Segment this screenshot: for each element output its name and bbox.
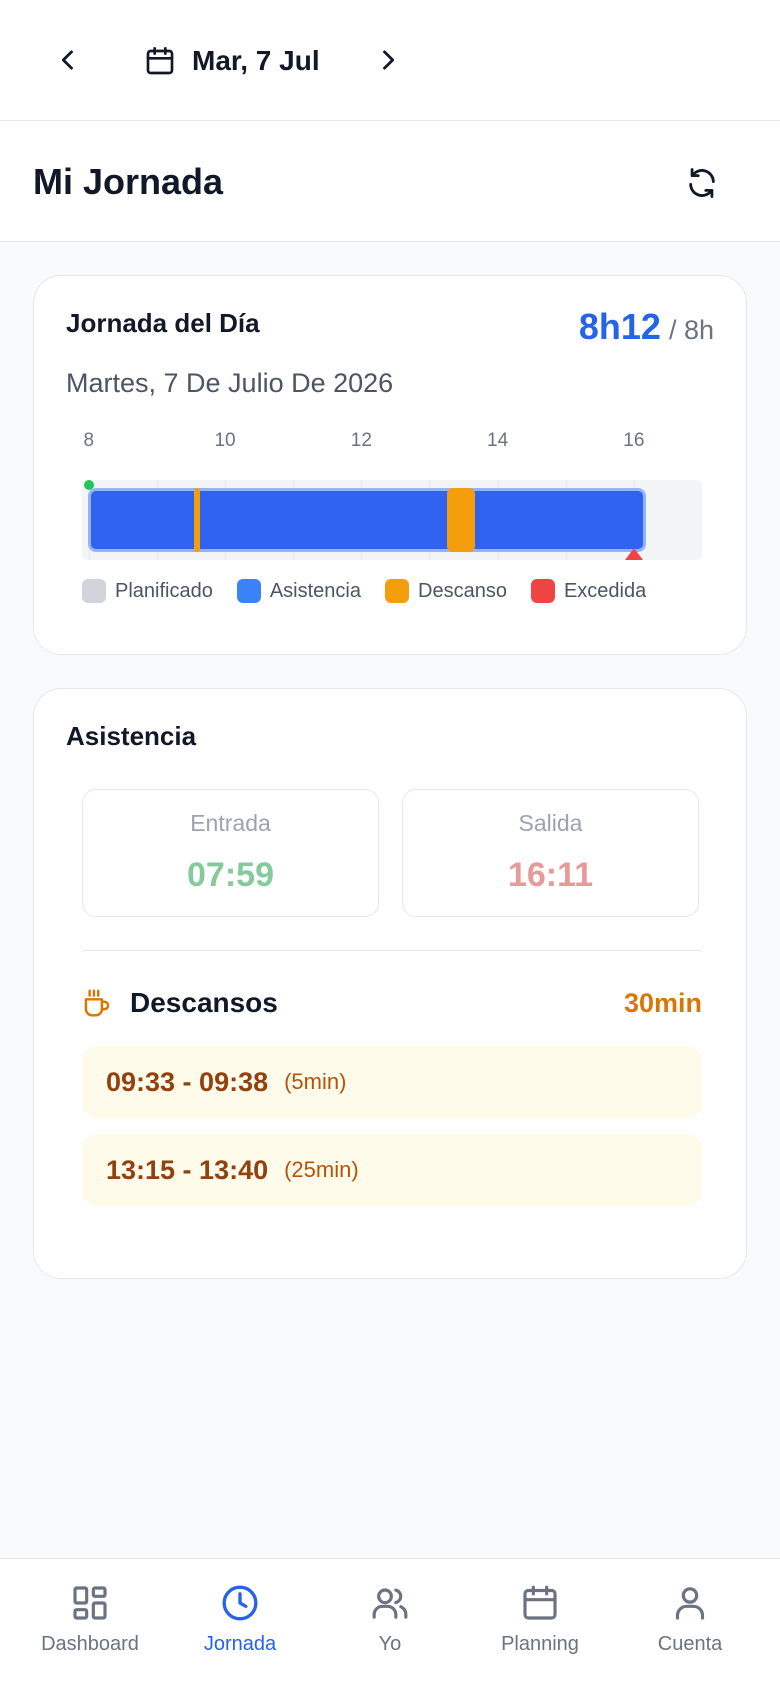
legend-swatch — [385, 579, 409, 603]
bottom-navigation: Dashboard Jornada Yo Planning Cuenta — [0, 1558, 780, 1688]
nav-label: Cuenta — [657, 1633, 723, 1655]
legend-item: Planificado — [82, 579, 213, 603]
chevron-left-icon — [61, 50, 73, 70]
chevron-right-icon — [383, 50, 395, 70]
entry-time-box: Entrada 07:59 — [82, 789, 379, 917]
clock-icon — [222, 1585, 258, 1621]
timeline-tick-label: 10 — [214, 430, 236, 451]
nav-dashboard[interactable]: Dashboard — [15, 1583, 165, 1656]
break-item: 13:15 - 13:40 (25min) — [82, 1134, 702, 1206]
user-icon — [675, 1587, 705, 1620]
legend-label: Descanso — [418, 579, 507, 602]
previous-day-button[interactable] — [46, 38, 90, 82]
entry-time: 07:59 — [187, 856, 274, 894]
timeline-tick-label: 12 — [350, 430, 372, 451]
date-picker-button[interactable]: Mar, 7 Jul — [144, 38, 320, 84]
exit-time: 16:11 — [507, 856, 594, 894]
dashboard-grid-icon — [73, 1586, 107, 1620]
timeline-tick-label: 14 — [487, 430, 509, 451]
day-date-long: Martes, 7 De Julio De 2026 — [66, 368, 394, 398]
worked-hours: 8h12 — [578, 306, 661, 347]
legend-label: Asistencia — [269, 579, 361, 602]
breaks-title: Descansos — [130, 987, 278, 1018]
exit-time-box: Salida 16:11 — [402, 789, 699, 917]
refresh-icon — [689, 168, 715, 198]
legend-swatch — [530, 579, 555, 603]
break-duration: (5min) — [284, 1069, 347, 1094]
attendance-start-marker — [83, 480, 94, 490]
legend-label: Excedida — [563, 579, 647, 602]
calendar-icon — [146, 47, 174, 75]
attendance-card-title: Asistencia — [66, 721, 197, 751]
nav-cuenta[interactable]: Cuenta — [615, 1583, 765, 1656]
section-divider — [82, 950, 702, 951]
break-time-range: 09:33 - 09:38 — [106, 1066, 269, 1097]
timeline-tick-label: 8 — [83, 430, 95, 451]
day-timeline: 8 10 12 14 16 — [82, 430, 702, 560]
worked-hours-total: 8h12 / 8h — [579, 306, 714, 348]
legend-swatch — [236, 579, 261, 603]
break-bar — [194, 488, 201, 552]
breaks-header: Descansos 30min — [82, 985, 702, 1021]
break-bar — [446, 488, 475, 552]
entry-label: Entrada — [190, 810, 271, 836]
breaks-total: 30min — [623, 987, 702, 1018]
page-title: Mi Jornada — [33, 161, 224, 202]
refresh-button[interactable] — [678, 159, 726, 207]
legend-item: Excedida — [530, 579, 647, 603]
legend-label: Planificado — [115, 579, 213, 602]
timeline-legend: Planificado Asistencia Descanso Excedida — [82, 579, 646, 603]
page-header: Mi Jornada — [0, 121, 780, 242]
calendar-icon — [523, 1585, 557, 1620]
planned-hours: / 8h — [668, 315, 714, 345]
nav-planning[interactable]: Planning — [465, 1583, 615, 1656]
timeline-tick-label: 16 — [623, 430, 645, 451]
nav-label: Planning — [501, 1633, 579, 1655]
day-card-title: Jornada del Día — [66, 308, 260, 338]
legend-swatch — [82, 579, 106, 603]
timeline-track — [82, 480, 702, 560]
exceeded-marker — [624, 548, 643, 560]
break-item: 09:33 - 09:38 (5min) — [82, 1046, 702, 1118]
attendance-bar — [87, 488, 647, 552]
nav-yo[interactable]: Yo — [315, 1583, 465, 1656]
coffee-cup-icon — [84, 989, 110, 1017]
current-date-label: Mar, 7 Jul — [192, 45, 320, 76]
nav-label: Yo — [378, 1633, 402, 1655]
nav-jornada[interactable]: Jornada — [165, 1583, 315, 1656]
day-summary-card: Jornada del Día 8h12 / 8h Martes, 7 De J… — [33, 275, 747, 655]
legend-item: Asistencia — [236, 579, 361, 603]
legend-item: Descanso — [385, 579, 507, 603]
users-icon — [372, 1588, 408, 1619]
break-time-range: 13:15 - 13:40 — [106, 1154, 269, 1185]
attendance-card: Asistencia Entrada 07:59 Salida 16:11 De… — [33, 688, 747, 1279]
date-toolbar: Mar, 7 Jul — [0, 0, 780, 121]
nav-label: Dashboard — [41, 1633, 139, 1655]
nav-label: Jornada — [203, 1633, 277, 1655]
exit-label: Salida — [518, 810, 583, 836]
next-day-button[interactable] — [366, 38, 410, 82]
break-duration: (25min) — [284, 1157, 359, 1182]
